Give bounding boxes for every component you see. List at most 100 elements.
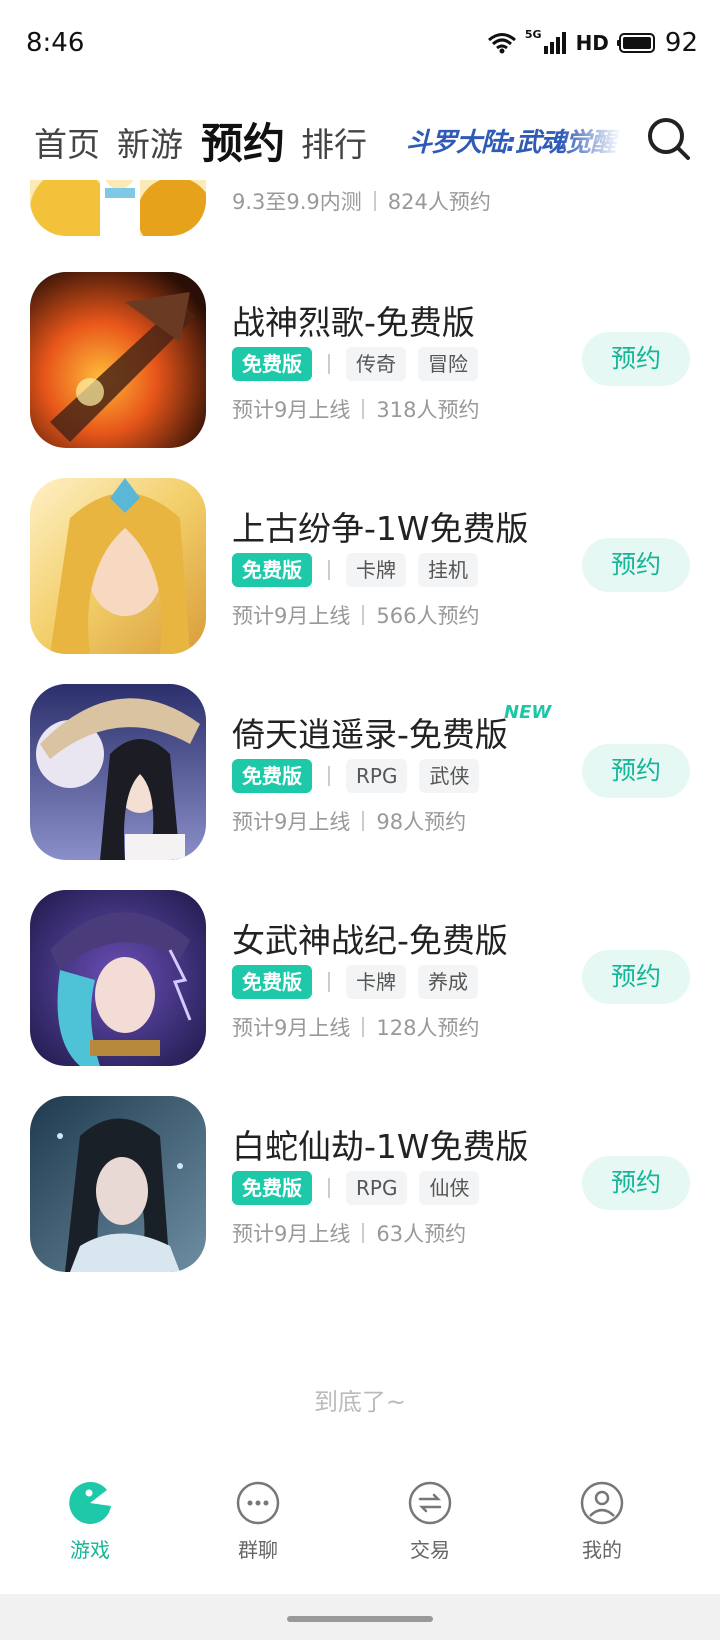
list-item[interactable]: 9.3至9.9内测 824人预约 [0,180,720,240]
game-icon [69,1481,111,1524]
reserve-button[interactable]: 预约 [582,538,690,592]
bottom-nav-chat[interactable]: 群聊 [198,1480,318,1563]
list-item[interactable]: 白蛇仙劫-1W免费版 免费版 RPG 仙侠 预计9月上线 63人预约 预约 [0,1096,720,1276]
bottom-nav-label: 交易 [410,1538,450,1562]
game-art-image [30,890,206,1066]
tag-row: 免费版 RPG 武侠 [232,758,491,794]
promo-fade [561,122,621,160]
status-time: 8:46 [26,28,85,58]
game-art-image [30,684,206,860]
meta-divider [373,191,376,211]
battery-level: 92 [664,28,698,58]
genre-tag: 卡牌 [346,965,406,999]
game-thumbnail[interactable] [30,1096,206,1272]
game-art-image [30,1096,206,1272]
reserve-button[interactable]: 预约 [582,332,690,386]
profile-icon [580,1481,624,1525]
list-item[interactable]: 倚天逍遥录-免费版 NEW 免费版 RPG 武侠 预计9月上线 98人预约 预约 [0,684,720,864]
game-title[interactable]: 白蛇仙劫-1W免费版 [232,1120,529,1168]
signal-icon [543,32,566,54]
reservation-count: 824人预约 [387,190,491,214]
reserve-button[interactable]: 预约 [582,950,690,1004]
reserve-button[interactable]: 预约 [582,1156,690,1210]
promo-banner[interactable]: 斗罗大陆:武魂觉醒 [406,122,621,160]
meta-divider [362,1223,365,1243]
tab-home[interactable]: 首页 [34,118,100,166]
bottom-nav-label: 我的 [582,1538,622,1562]
genre-tag: RPG [346,759,408,793]
game-title[interactable]: 女武神战纪-免费版 [232,914,508,962]
tag-divider [328,1178,330,1198]
release-schedule: 预计9月上线 [232,604,351,628]
tag-row: 免费版 卡牌 养成 [232,964,490,1000]
game-thumbnail[interactable] [30,272,206,448]
tag-divider [328,972,330,992]
list-item[interactable]: 女武神战纪-免费版 免费版 卡牌 养成 预计9月上线 128人预约 预约 [0,890,720,1070]
meta-divider [362,399,365,419]
genre-tag: 冒险 [418,347,478,381]
genre-tag: 卡牌 [346,553,406,587]
tab-ranking[interactable]: 排行 [301,118,367,166]
top-nav: 首页 新游 预约 排行 斗罗大陆:武魂觉醒 [0,100,720,180]
free-tag: 免费版 [232,1171,312,1205]
release-schedule: 9.3至9.9内测 [232,190,362,214]
genre-tag: 挂机 [418,553,478,587]
game-meta: 预计9月上线 128人预约 [232,1012,479,1042]
game-thumbnail[interactable] [30,478,206,654]
free-tag: 免费版 [232,553,312,587]
wifi-icon [487,33,516,54]
reservation-count: 128人预约 [376,1016,480,1040]
network-label: 5G [524,28,542,41]
game-art-image [30,478,206,654]
tag-row: 免费版 卡牌 挂机 [232,552,490,588]
game-thumbnail[interactable] [30,890,206,1066]
genre-tag: RPG [346,1171,408,1205]
reservation-count: 318人预约 [376,398,480,422]
game-list: 9.3至9.9内测 824人预约 战神烈歌-免费版 免费版 传奇 冒险 预计9月… [0,180,720,1450]
game-title[interactable]: 战神烈歌-免费版 [232,296,475,344]
free-tag: 免费版 [232,759,312,793]
tag-divider [328,354,330,374]
game-meta: 9.3至9.9内测 824人预约 [232,186,491,216]
home-indicator[interactable] [287,1616,433,1622]
reserve-button[interactable]: 预约 [582,744,690,798]
chat-icon [236,1481,280,1525]
bottom-nav-games[interactable]: 游戏 [30,1480,150,1563]
game-art-image [30,180,206,236]
meta-divider [362,605,365,625]
list-item[interactable]: 战神烈歌-免费版 免费版 传奇 冒险 预计9月上线 318人预约 预约 [0,272,720,452]
release-schedule: 预计9月上线 [232,1222,351,1246]
game-meta: 预计9月上线 98人预约 [232,806,466,836]
game-title[interactable]: 上古纷争-1W免费版 [232,502,529,550]
search-icon[interactable] [644,114,692,162]
app-screen: 8:46 5G HD 92 首页 新游 预约 排行 斗罗大陆:武魂觉醒 9.3至… [0,0,720,1640]
tag-row: 免费版 传奇 冒险 [232,346,490,382]
game-art-image [30,272,206,448]
bottom-nav-label: 游戏 [70,1538,110,1562]
game-meta: 预计9月上线 63人预约 [232,1218,466,1248]
meta-divider [362,811,365,831]
tab-new-games[interactable]: 新游 [117,118,183,166]
bottom-nav: 游戏 群聊 交易 我的 [0,1470,720,1580]
gesture-area [0,1594,720,1640]
hd-label: HD [575,31,609,55]
bottom-nav-label: 群聊 [238,1538,278,1562]
tab-reservation[interactable]: 预约 [201,110,285,171]
meta-divider [362,1017,365,1037]
game-title[interactable]: 倚天逍遥录-免费版 [232,708,508,756]
bottom-nav-trade[interactable]: 交易 [370,1480,490,1563]
reservation-count: 63人预约 [376,1222,467,1246]
list-item[interactable]: 上古纷争-1W免费版 免费版 卡牌 挂机 预计9月上线 566人预约 预约 [0,478,720,658]
trade-icon [408,1481,452,1525]
genre-tag: 养成 [418,965,478,999]
bottom-nav-profile[interactable]: 我的 [542,1480,662,1563]
game-meta: 预计9月上线 566人预约 [232,600,479,630]
battery-icon [616,33,655,53]
status-bar: 8:46 5G HD 92 [0,0,720,92]
new-badge: NEW [504,702,552,723]
genre-tag: 传奇 [346,347,406,381]
status-icons: 5G HD 92 [487,28,698,58]
tag-divider [328,766,330,786]
game-thumbnail[interactable] [30,684,206,860]
game-thumbnail[interactable] [30,180,206,236]
